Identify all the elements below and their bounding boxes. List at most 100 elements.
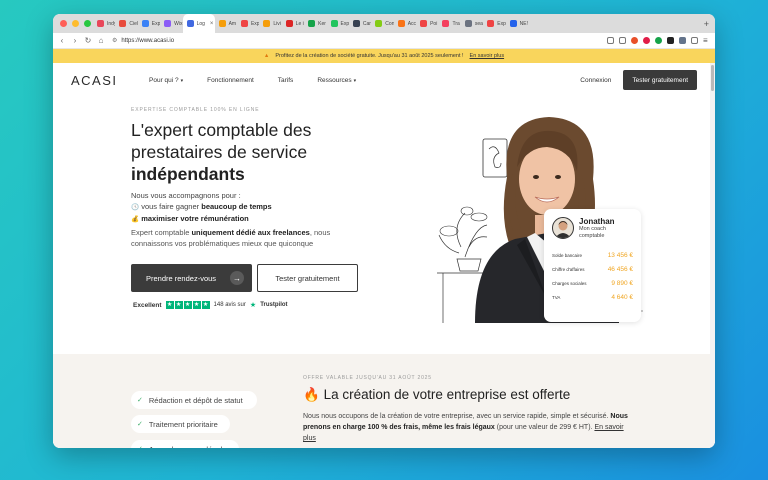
browser-tab[interactable]: Exp [483, 14, 506, 33]
hero-title: L'expert comptable des prestataires de s… [131, 119, 351, 185]
browser-tab[interactable]: Log × [182, 14, 215, 33]
scrollbar-thumb[interactable] [711, 65, 714, 91]
browser-tab[interactable]: Ker [304, 14, 326, 33]
tab-favicon-icon [420, 20, 428, 27]
coach-metrics: Solde bancaire 13 456 € Chiffre d'affaires… [552, 249, 633, 305]
tab-label: Wix [174, 20, 183, 27]
site-settings-icon[interactable]: ⚙ [112, 37, 117, 44]
main-menu: Pour qui ? ▾ Fonctionnement Tarifs Ressource… [149, 77, 580, 84]
browser-tab[interactable]: Car [349, 14, 371, 33]
maximize-window-button[interactable] [84, 20, 91, 27]
promo-link[interactable]: En savoir plus [470, 53, 505, 59]
metric-value: 13 456 € [607, 252, 633, 259]
desc-pre: Expert comptable [131, 228, 192, 237]
acasi-logo[interactable]: ACASI [71, 73, 131, 88]
arrow-right-icon: → [230, 271, 244, 285]
tab-label: Exp [340, 20, 349, 27]
hero-title-line-3: indépendants [131, 164, 245, 184]
fire-icon: ▲ [263, 53, 270, 59]
tab-label: Exp [250, 20, 260, 27]
brave-shield-icon[interactable] [631, 37, 638, 44]
tab-favicon-icon [218, 20, 226, 27]
page-scrollbar[interactable] [710, 63, 715, 448]
tab-strip: Indy Ciel Exp Wix Log × Am Exp Livi Le i Ker Exp Car… [53, 14, 715, 33]
tab-favicon-icon [141, 20, 149, 27]
browser-tab[interactable]: Acc [394, 14, 416, 33]
browser-tab[interactable]: Con [371, 14, 394, 33]
coach-header: Jonathan Mon coach comptable [552, 217, 633, 239]
browser-tab[interactable]: sea [461, 14, 483, 33]
chevron-down-icon: ▾ [353, 77, 357, 84]
nav-item[interactable]: Ressources ▾ [317, 77, 356, 84]
site-header: ACASI Pour qui ? ▾ Fonctionnement Tarifs Res… [53, 63, 715, 97]
tab-favicon-icon [464, 20, 472, 27]
metric-label: Chiffre d'affaires [552, 267, 585, 272]
offer-description: Nous nous occupons de la création de vot… [303, 411, 633, 444]
coach-metric-row: Solde bancaire 13 456 € [552, 249, 633, 263]
desc-bold: uniquement dédié aux freelances [191, 228, 310, 237]
sidebar-icon[interactable] [691, 37, 698, 44]
star-icon: ★ [192, 301, 201, 309]
minimize-window-button[interactable] [72, 20, 79, 27]
browser-tab[interactable]: Exp [138, 14, 160, 33]
browser-tab[interactable]: Tra [438, 14, 460, 33]
forward-icon[interactable]: › [71, 33, 79, 49]
menu-icon[interactable]: ≡ [703, 37, 710, 45]
header-try-free-button[interactable]: Tester gratuitement [623, 70, 697, 90]
clock-icon: 🕓 [131, 204, 140, 211]
bookmark-icon[interactable] [619, 37, 626, 44]
nav-item-label: Fonctionnement [207, 76, 254, 84]
fire-emoji-icon: 🔥 [303, 387, 320, 402]
hero-try-free-button[interactable]: Tester gratuitement [257, 264, 358, 292]
tab-label: NE! [519, 20, 528, 27]
tab-label: Livi [273, 20, 281, 27]
browser-tab[interactable]: Livi [259, 14, 281, 33]
close-tab-icon[interactable]: × [210, 21, 214, 27]
extension-dark-icon[interactable] [667, 37, 674, 44]
nav-item[interactable]: Fonctionnement [207, 77, 254, 84]
book-appointment-button[interactable]: Prendre rendez-vous → [131, 264, 252, 292]
metric-label: TVA [552, 295, 561, 300]
trust-stars: ★ ★ ★ ★ ★ [165, 301, 210, 309]
tab-favicon-icon [330, 20, 338, 27]
trustpilot-widget[interactable]: Excellent ★ ★ ★ ★ ★ 148 avis sur ★ Trustpilo… [133, 301, 288, 309]
address-bar[interactable]: ⚙ https://www.acasi.io [112, 37, 602, 45]
hero-title-line-1: L'expert comptable des [131, 120, 312, 140]
coach-name: Jonathan [579, 217, 615, 226]
offer-kicker: OFFRE VALABLE JUSQU'AU 31 AOÛT 2025 [303, 375, 432, 381]
chevron-down-icon: ▾ [180, 77, 184, 84]
browser-tab[interactable]: Indy [93, 14, 115, 33]
reload-icon[interactable]: ↻ [84, 33, 92, 49]
tab-label: Log [196, 20, 205, 27]
tab-label: Exp [497, 20, 506, 27]
home-icon[interactable]: ⌂ [97, 33, 105, 49]
star-icon: ★ [165, 301, 174, 309]
tab-favicon-icon [509, 20, 517, 27]
extension-green-icon[interactable] [655, 37, 662, 44]
share-icon[interactable] [607, 37, 614, 44]
money-bag-icon: 💰 [131, 216, 140, 223]
login-link[interactable]: Connexion [580, 77, 611, 84]
browser-tab[interactable]: Am [215, 14, 237, 33]
nav-item[interactable]: Tarifs [278, 77, 294, 84]
browser-tab[interactable]: Ciel [115, 14, 138, 33]
trustpilot-brand: Trustpilot [260, 302, 288, 308]
browser-tab[interactable]: Exp [237, 14, 259, 33]
nav-item-label: Pour qui ? [149, 76, 179, 84]
extension-gray-icon[interactable] [679, 37, 686, 44]
new-tab-button[interactable]: + [698, 19, 715, 29]
browser-tab[interactable]: Le i [282, 14, 304, 33]
browser-tab[interactable]: Exp [327, 14, 349, 33]
feature-label: Rédaction et dépôt de statut [148, 395, 243, 405]
browser-tab[interactable]: Wix [160, 14, 183, 33]
back-icon[interactable]: ‹ [58, 33, 66, 49]
extension-red-icon[interactable] [643, 37, 650, 44]
nav-item[interactable]: Pour qui ? ▾ [149, 77, 183, 84]
browser-window: Indy Ciel Exp Wix Log × Am Exp Livi Le i Ker Exp Car… [53, 14, 715, 448]
metric-label: Charges sociales [552, 281, 587, 286]
browser-tab[interactable]: Poi [416, 14, 438, 33]
metric-value: 9 890 € [611, 280, 633, 287]
close-window-button[interactable] [60, 20, 67, 27]
browser-tab[interactable]: NE! [506, 14, 528, 33]
coach-metric-row: Chiffre d'affaires 46 456 € [552, 263, 633, 277]
